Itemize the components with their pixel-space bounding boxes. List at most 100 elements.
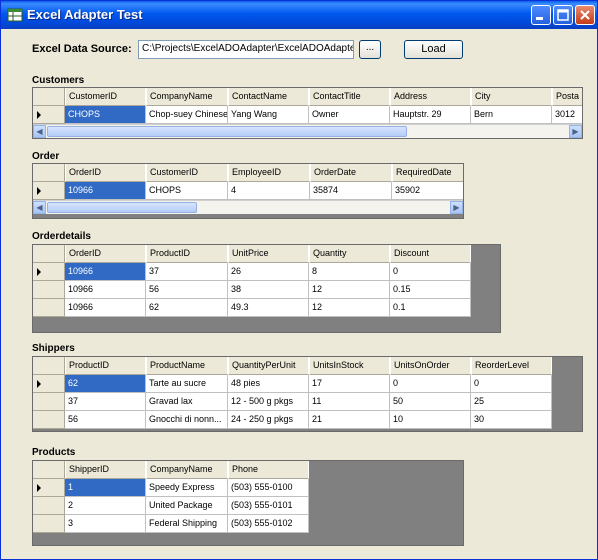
data-source-path-input[interactable]: C:\Projects\ExcelADOAdapter\ExcelADOAdap… (138, 40, 354, 59)
row-header[interactable] (33, 479, 65, 497)
scrollbar-thumb[interactable] (47, 202, 197, 213)
table-cell[interactable]: 11 (309, 393, 390, 411)
table-cell[interactable]: CHOPS (146, 182, 228, 200)
table-cell[interactable]: Federal Shipping (146, 515, 228, 533)
table-cell[interactable]: 3012 (552, 106, 582, 124)
column-header[interactable]: CompanyName (146, 461, 228, 479)
column-header[interactable]: Posta (552, 88, 582, 106)
row-header[interactable] (33, 106, 65, 124)
row-header[interactable] (33, 515, 65, 533)
row-header[interactable] (33, 263, 65, 281)
table-cell[interactable]: 35874 (310, 182, 392, 200)
table-cell[interactable]: 0.15 (390, 281, 471, 299)
column-header[interactable]: CompanyName (146, 88, 228, 106)
table-cell[interactable]: 0 (390, 263, 471, 281)
table-cell[interactable]: 56 (65, 411, 146, 429)
row-header[interactable] (33, 281, 65, 299)
column-header[interactable]: OrderID (65, 245, 146, 263)
table-cell[interactable]: 10966 (65, 281, 146, 299)
table-cell[interactable]: (503) 555-0100 (228, 479, 309, 497)
table-cell[interactable]: 12 (309, 299, 390, 317)
table-cell[interactable]: 38 (228, 281, 309, 299)
horizontal-scrollbar[interactable]: ◀ ▶ (33, 200, 463, 214)
table-cell[interactable]: 35902 (392, 182, 463, 200)
table-cell[interactable]: 4 (228, 182, 310, 200)
column-header[interactable]: ContactName (228, 88, 309, 106)
scrollbar-thumb[interactable] (47, 126, 407, 137)
table-cell[interactable]: Speedy Express (146, 479, 228, 497)
column-header[interactable]: QuantityPerUnit (228, 357, 309, 375)
table-cell[interactable]: Hauptstr. 29 (390, 106, 471, 124)
load-button[interactable]: Load (404, 40, 463, 59)
column-header[interactable]: UnitPrice (228, 245, 309, 263)
grid-corner-cell[interactable] (33, 164, 65, 182)
table-cell[interactable]: 0.1 (390, 299, 471, 317)
horizontal-scrollbar[interactable]: ◀ ▶ (33, 124, 582, 138)
table-cell[interactable]: 10966 (65, 182, 146, 200)
grid-corner-cell[interactable] (33, 461, 65, 479)
table-cell[interactable]: 10966 (65, 299, 146, 317)
column-header[interactable]: OrderDate (310, 164, 392, 182)
column-header[interactable]: CustomerID (146, 164, 228, 182)
table-cell[interactable]: 8 (309, 263, 390, 281)
table-cell[interactable]: 0 (390, 375, 471, 393)
scroll-left-button[interactable]: ◀ (33, 125, 46, 138)
table-cell[interactable]: Chop-suey Chinese (146, 106, 228, 124)
table-cell[interactable]: 10966 (65, 263, 146, 281)
shippers-grid[interactable]: ProductID ProductName QuantityPerUnit Units… (32, 356, 583, 432)
table-cell[interactable]: 12 (309, 281, 390, 299)
column-header[interactable]: OrderID (65, 164, 146, 182)
table-cell[interactable]: Yang Wang (228, 106, 309, 124)
grid-corner-cell[interactable] (33, 245, 65, 263)
table-cell[interactable]: 56 (146, 281, 228, 299)
table-cell[interactable]: (503) 555-0101 (228, 497, 309, 515)
browse-button[interactable]: ... (359, 40, 381, 59)
column-header[interactable]: Address (390, 88, 471, 106)
products-grid[interactable]: ShipperID CompanyName Phone 1 Speedy Express… (32, 460, 464, 546)
table-cell[interactable]: 12 - 500 g pkgs (228, 393, 309, 411)
title-bar[interactable]: Excel Adapter Test (1, 1, 597, 29)
row-header[interactable] (33, 497, 65, 515)
row-header[interactable] (33, 299, 65, 317)
table-cell[interactable]: 49.3 (228, 299, 309, 317)
table-cell[interactable]: 37 (146, 263, 228, 281)
table-cell[interactable]: 3 (65, 515, 146, 533)
table-cell[interactable]: Owner (309, 106, 390, 124)
table-cell[interactable]: United Package (146, 497, 228, 515)
table-cell[interactable]: 62 (146, 299, 228, 317)
table-cell[interactable]: 1 (65, 479, 146, 497)
table-cell[interactable]: Tarte au sucre (146, 375, 228, 393)
column-header[interactable]: RequiredDate (392, 164, 463, 182)
customers-grid[interactable]: CustomerID CompanyName ContactName ContactT… (32, 87, 583, 139)
row-header[interactable] (33, 182, 65, 200)
row-header[interactable] (33, 375, 65, 393)
column-header[interactable]: EmployeeID (228, 164, 310, 182)
table-cell[interactable]: 24 - 250 g pkgs (228, 411, 309, 429)
table-cell[interactable]: CHOPS (65, 106, 146, 124)
table-cell[interactable]: 0 (471, 375, 552, 393)
order-grid[interactable]: OrderID CustomerID EmployeeID OrderDate Requ… (32, 163, 464, 219)
scroll-right-button[interactable]: ▶ (569, 125, 582, 138)
row-header[interactable] (33, 393, 65, 411)
table-cell[interactable]: 62 (65, 375, 146, 393)
scroll-left-button[interactable]: ◀ (33, 201, 46, 214)
table-cell[interactable]: 30 (471, 411, 552, 429)
maximize-button[interactable] (553, 5, 573, 25)
table-cell[interactable]: 2 (65, 497, 146, 515)
column-header[interactable]: ReorderLevel (471, 357, 552, 375)
column-header[interactable]: ProductName (146, 357, 228, 375)
column-header[interactable]: UnitsOnOrder (390, 357, 471, 375)
table-cell[interactable]: Gravad lax (146, 393, 228, 411)
scroll-right-button[interactable]: ▶ (450, 201, 463, 214)
column-header[interactable]: CustomerID (65, 88, 146, 106)
column-header[interactable]: ContactTitle (309, 88, 390, 106)
row-header[interactable] (33, 411, 65, 429)
column-header[interactable]: Discount (390, 245, 471, 263)
table-cell[interactable]: 50 (390, 393, 471, 411)
column-header[interactable]: ProductID (65, 357, 146, 375)
table-cell[interactable]: 25 (471, 393, 552, 411)
table-cell[interactable]: 17 (309, 375, 390, 393)
minimize-button[interactable] (531, 5, 551, 25)
table-cell[interactable]: Gnocchi di nonn... (146, 411, 228, 429)
table-cell[interactable]: 26 (228, 263, 309, 281)
